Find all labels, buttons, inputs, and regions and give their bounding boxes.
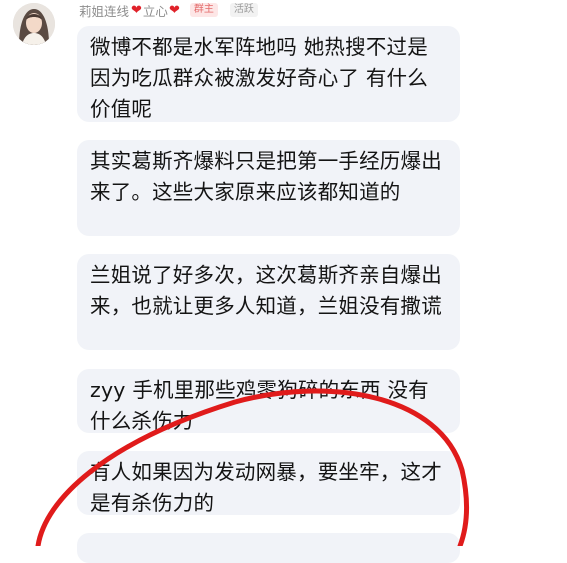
activity-badge: 活跃: [229, 3, 258, 17]
sender-nickname-suffix: 立心: [142, 3, 168, 19]
message-bubble[interactable]: [77, 533, 460, 563]
message-bubble[interactable]: zyy 手机里那些鸡零狗碎的东西 没有什么杀伤力: [77, 369, 460, 433]
heart-icon: ❤: [168, 2, 180, 18]
avatar-photo: [13, 3, 55, 45]
message-bubble[interactable]: 有人如果因为发动网暴，要坐牢，这才是有杀伤力的: [77, 451, 460, 515]
sender-nickname[interactable]: 莉姐连线: [79, 1, 129, 20]
group-owner-badge: 群主: [189, 3, 218, 17]
message-bubble[interactable]: 其实葛斯齐爆料只是把第一手经历爆出来了。这些大家原来应该都知道的: [77, 140, 460, 236]
avatar[interactable]: [13, 3, 55, 45]
message-text: 有人如果因为发动网暴，要坐牢，这才是有杀伤力的: [90, 460, 442, 515]
heart-icon: ❤: [131, 2, 142, 18]
message-text: 微博不都是水军阵地吗 她热搜不过是因为吃瓜群众被激发好奇心了 有什么价值呢: [90, 35, 428, 121]
message-text: 兰姐说了好多次，这次葛斯齐亲自爆出来，也就让更多人知道，兰姐没有撒谎: [90, 263, 442, 318]
message-bubble[interactable]: 微博不都是水军阵地吗 她热搜不过是因为吃瓜群众被激发好奇心了 有什么价值呢: [77, 26, 460, 122]
message-text: zyy 手机里那些鸡零狗碎的东西 没有什么杀伤力: [90, 378, 429, 433]
message-text: 其实葛斯齐爆料只是把第一手经历爆出来了。这些大家原来应该都知道的: [90, 149, 442, 204]
sender-header: 莉姐连线 ❤ 立心 ❤ 群主 活跃: [79, 1, 258, 20]
message-bubble[interactable]: 兰姐说了好多次，这次葛斯齐亲自爆出来，也就让更多人知道，兰姐没有撒谎: [77, 254, 460, 350]
